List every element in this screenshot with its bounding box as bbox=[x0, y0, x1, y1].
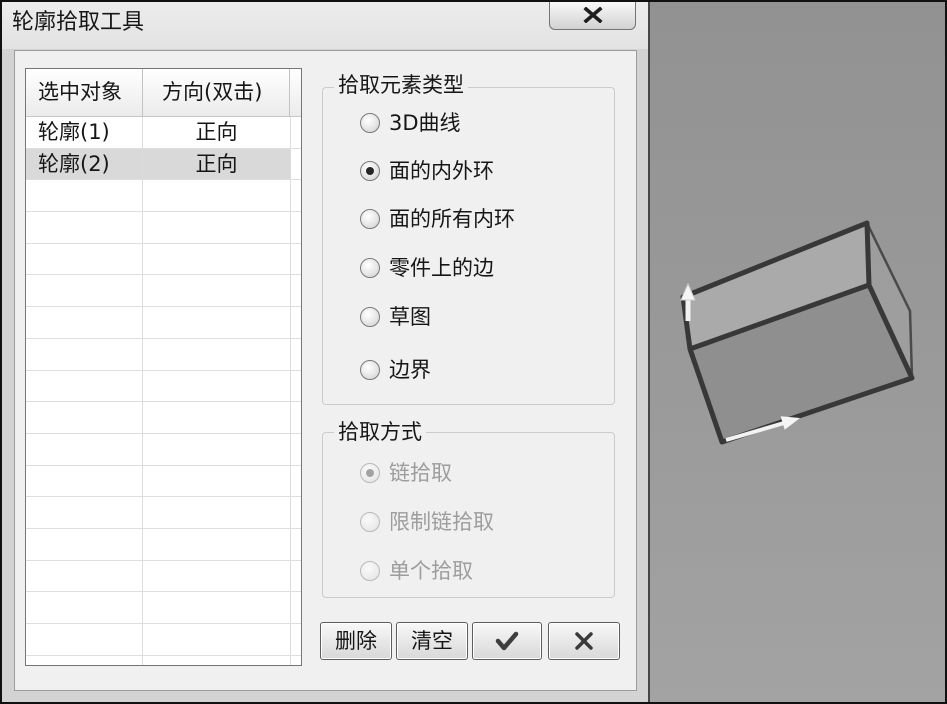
cell-direction[interactable]: 正向 bbox=[143, 117, 290, 148]
delete-button[interactable]: 删除 bbox=[320, 622, 392, 660]
radio-button[interactable] bbox=[360, 307, 380, 327]
radio-button[interactable] bbox=[360, 561, 380, 581]
radio-limited-chain-pick[interactable]: 限制链拾取 bbox=[323, 507, 614, 537]
window-title: 轮廓拾取工具 bbox=[12, 10, 145, 35]
radio-button[interactable] bbox=[360, 463, 380, 483]
dialog-panel: 选中对象 方向(双击) 轮廓(1) 正向 轮廓(2) 正向 拾取元素类型 3D曲… bbox=[14, 50, 637, 691]
table-row-empty[interactable] bbox=[26, 244, 301, 276]
radio-button[interactable] bbox=[360, 258, 380, 278]
table-row-empty[interactable] bbox=[26, 275, 301, 308]
application-screen: 轮廓拾取工具 选中对象 方向(双击) 轮廓(1) 正向 轮廓(2) 正向 拾取元… bbox=[0, 0, 947, 704]
radio-single-pick[interactable]: 单个拾取 bbox=[323, 556, 614, 586]
radio-sketch[interactable]: 草图 bbox=[323, 302, 614, 332]
column-header-direction[interactable]: 方向(双击) bbox=[143, 69, 290, 116]
table-row-empty[interactable] bbox=[26, 529, 301, 561]
column-header-spacer bbox=[290, 69, 301, 116]
clear-button[interactable]: 清空 bbox=[396, 622, 468, 660]
radio-label: 边界 bbox=[389, 358, 431, 382]
radio-button[interactable] bbox=[360, 209, 380, 229]
3d-viewport[interactable] bbox=[650, 0, 947, 704]
cell-object: 轮廓(2) bbox=[38, 151, 110, 176]
table-row-empty[interactable] bbox=[26, 307, 301, 339]
radio-label: 单个拾取 bbox=[389, 559, 473, 583]
column-divider bbox=[142, 117, 143, 665]
contour-list-table[interactable]: 选中对象 方向(双击) 轮廓(1) 正向 轮廓(2) 正向 bbox=[25, 68, 302, 666]
radio-label: 零件上的边 bbox=[389, 256, 494, 280]
check-icon bbox=[495, 631, 519, 651]
table-body: 轮廓(1) 正向 轮廓(2) 正向 bbox=[26, 117, 301, 665]
close-icon bbox=[582, 6, 603, 23]
radio-label: 链拾取 bbox=[389, 461, 452, 485]
close-button[interactable] bbox=[549, 0, 636, 30]
table-row-empty[interactable] bbox=[26, 497, 301, 529]
contour-pick-tool-window: 轮廓拾取工具 选中对象 方向(双击) 轮廓(1) 正向 轮廓(2) 正向 拾取元… bbox=[0, 0, 650, 704]
table-row-empty[interactable] bbox=[26, 402, 301, 434]
radio-label: 草图 bbox=[389, 305, 431, 329]
radio-chain-pick[interactable]: 链拾取 bbox=[323, 458, 614, 488]
radio-button[interactable] bbox=[360, 113, 380, 133]
radio-label: 面的内外环 bbox=[389, 159, 494, 183]
radio-button[interactable] bbox=[360, 360, 380, 380]
table-row[interactable]: 轮廓(1) 正向 bbox=[26, 117, 301, 149]
cell-object: 轮廓(1) bbox=[38, 120, 110, 144]
group-title: 拾取元素类型 bbox=[334, 71, 468, 99]
radio-3d-curve[interactable]: 3D曲线 bbox=[323, 108, 614, 138]
radio-button[interactable] bbox=[360, 161, 380, 181]
table-row-empty[interactable] bbox=[26, 561, 301, 593]
table-row-empty[interactable] bbox=[26, 592, 301, 624]
radio-boundary[interactable]: 边界 bbox=[323, 355, 614, 385]
radio-label: 3D曲线 bbox=[389, 111, 461, 135]
cancel-button[interactable] bbox=[548, 622, 620, 660]
radio-label: 限制链拾取 bbox=[389, 510, 494, 534]
table-row[interactable]: 轮廓(2) 正向 bbox=[26, 148, 301, 181]
table-row-empty[interactable] bbox=[26, 339, 301, 371]
radio-part-edges[interactable]: 零件上的边 bbox=[323, 253, 614, 283]
radio-face-all-inner-loops[interactable]: 面的所有内环 bbox=[323, 204, 614, 234]
table-row-empty[interactable] bbox=[26, 212, 301, 244]
column-divider bbox=[290, 117, 291, 665]
ok-button[interactable] bbox=[472, 622, 542, 660]
table-row-empty[interactable] bbox=[26, 466, 301, 498]
group-title: 拾取方式 bbox=[334, 418, 426, 446]
radio-label: 面的所有内环 bbox=[389, 207, 515, 231]
cell-direction[interactable]: 正向 bbox=[143, 149, 290, 180]
table-header: 选中对象 方向(双击) bbox=[26, 69, 301, 117]
table-row-empty[interactable] bbox=[26, 371, 301, 403]
table-row-empty[interactable] bbox=[26, 180, 301, 213]
radio-button[interactable] bbox=[360, 512, 380, 532]
3d-model-view[interactable] bbox=[650, 0, 947, 704]
x-icon bbox=[575, 632, 593, 650]
table-row-empty[interactable] bbox=[26, 624, 301, 656]
title-bar[interactable]: 轮廓拾取工具 bbox=[0, 0, 648, 49]
pick-element-type-group: 拾取元素类型 3D曲线 面的内外环 面的所有内环 零件上的边 草图 边界 bbox=[322, 71, 615, 405]
table-row-empty[interactable] bbox=[26, 434, 301, 466]
column-header-selected-object[interactable]: 选中对象 bbox=[26, 69, 143, 116]
pick-method-group: 拾取方式 链拾取 限制链拾取 单个拾取 bbox=[322, 418, 615, 598]
radio-face-inner-outer-loops[interactable]: 面的内外环 bbox=[323, 156, 614, 186]
